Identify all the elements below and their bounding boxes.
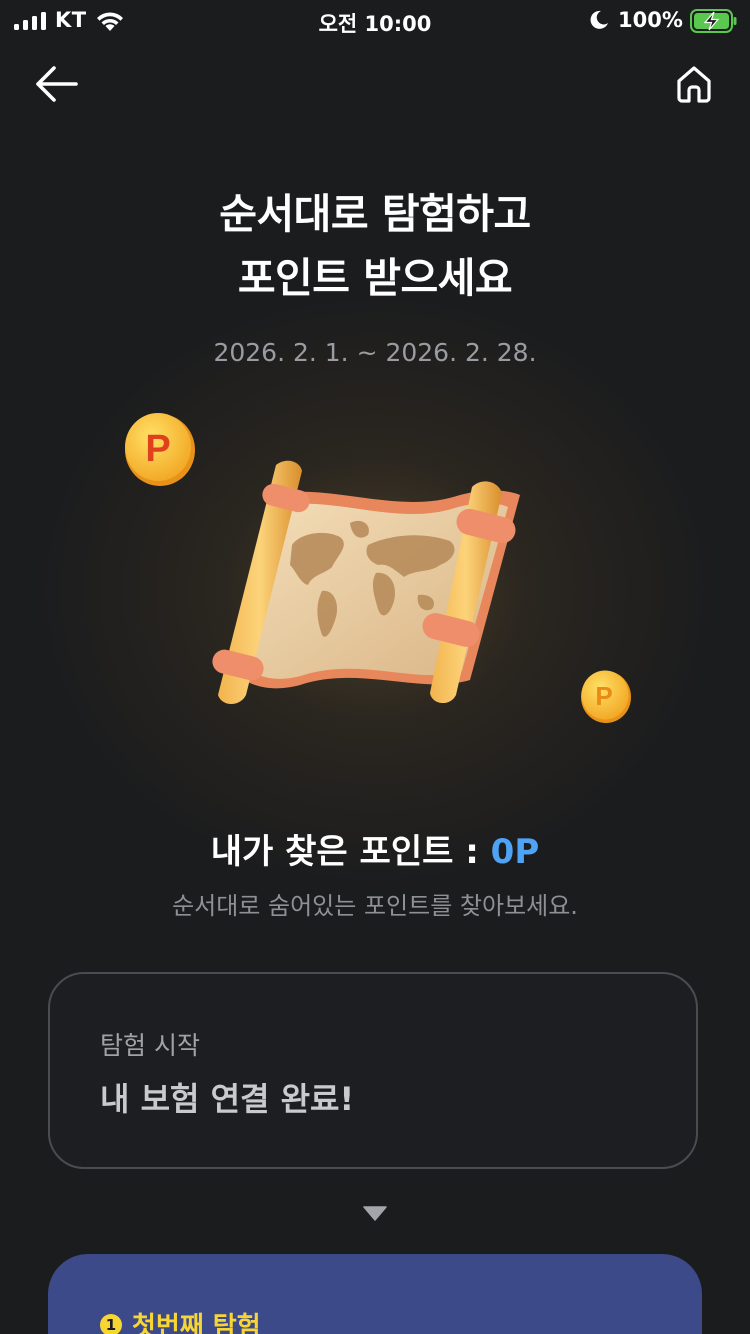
back-button[interactable] [30,62,82,106]
arrow-left-icon [36,66,78,102]
battery-charging-icon [690,9,737,33]
points-hint: 순서대로 숨어있는 포인트를 찾아보세요. [172,892,578,920]
treasure-map-illustration: P P [125,413,631,723]
exploration-start-card[interactable]: 탐험 시작 내 보험 연결 완료! [48,972,698,1169]
coin-icon-small: P [581,670,631,723]
event-period: 2026. 2. 1. ~ 2026. 2. 28. [213,338,537,367]
found-points-label: 내가 찾은 포인트 : [210,832,491,872]
do-not-disturb-moon-icon [590,10,608,29]
home-button[interactable] [670,60,718,108]
home-icon [677,66,711,103]
found-points-value: 0P [490,832,540,872]
page-title: 순서대로 탐험하고 포인트 받으세요 [0,182,750,310]
step-number-badge: 1 [100,1314,122,1334]
coin-icon: P [125,413,195,486]
start-card-title: 내 보험 연결 완료! [100,1080,355,1118]
chevron-down-icon [363,1206,387,1221]
battery-percentage: 100% [618,8,683,32]
first-exploration-card[interactable]: 1 첫번째 탐험 [48,1254,702,1334]
svg-text:P: P [145,428,170,470]
found-points: 내가 찾은 포인트 : 0P [0,824,750,873]
screen: KT 오전 10:00 100% 순서대로 탐험하고 포인트 받으세요 2026… [0,0,750,1334]
title-line-2: 포인트 받으세요 [237,254,513,302]
title-line-1: 순서대로 탐험하고 [219,190,531,238]
first-exploration-label: 첫번째 탐험 [132,1312,261,1334]
svg-text:P: P [595,681,612,711]
status-bar: KT 오전 10:00 100% [0,0,750,44]
start-card-caption: 탐험 시작 [100,1031,200,1060]
